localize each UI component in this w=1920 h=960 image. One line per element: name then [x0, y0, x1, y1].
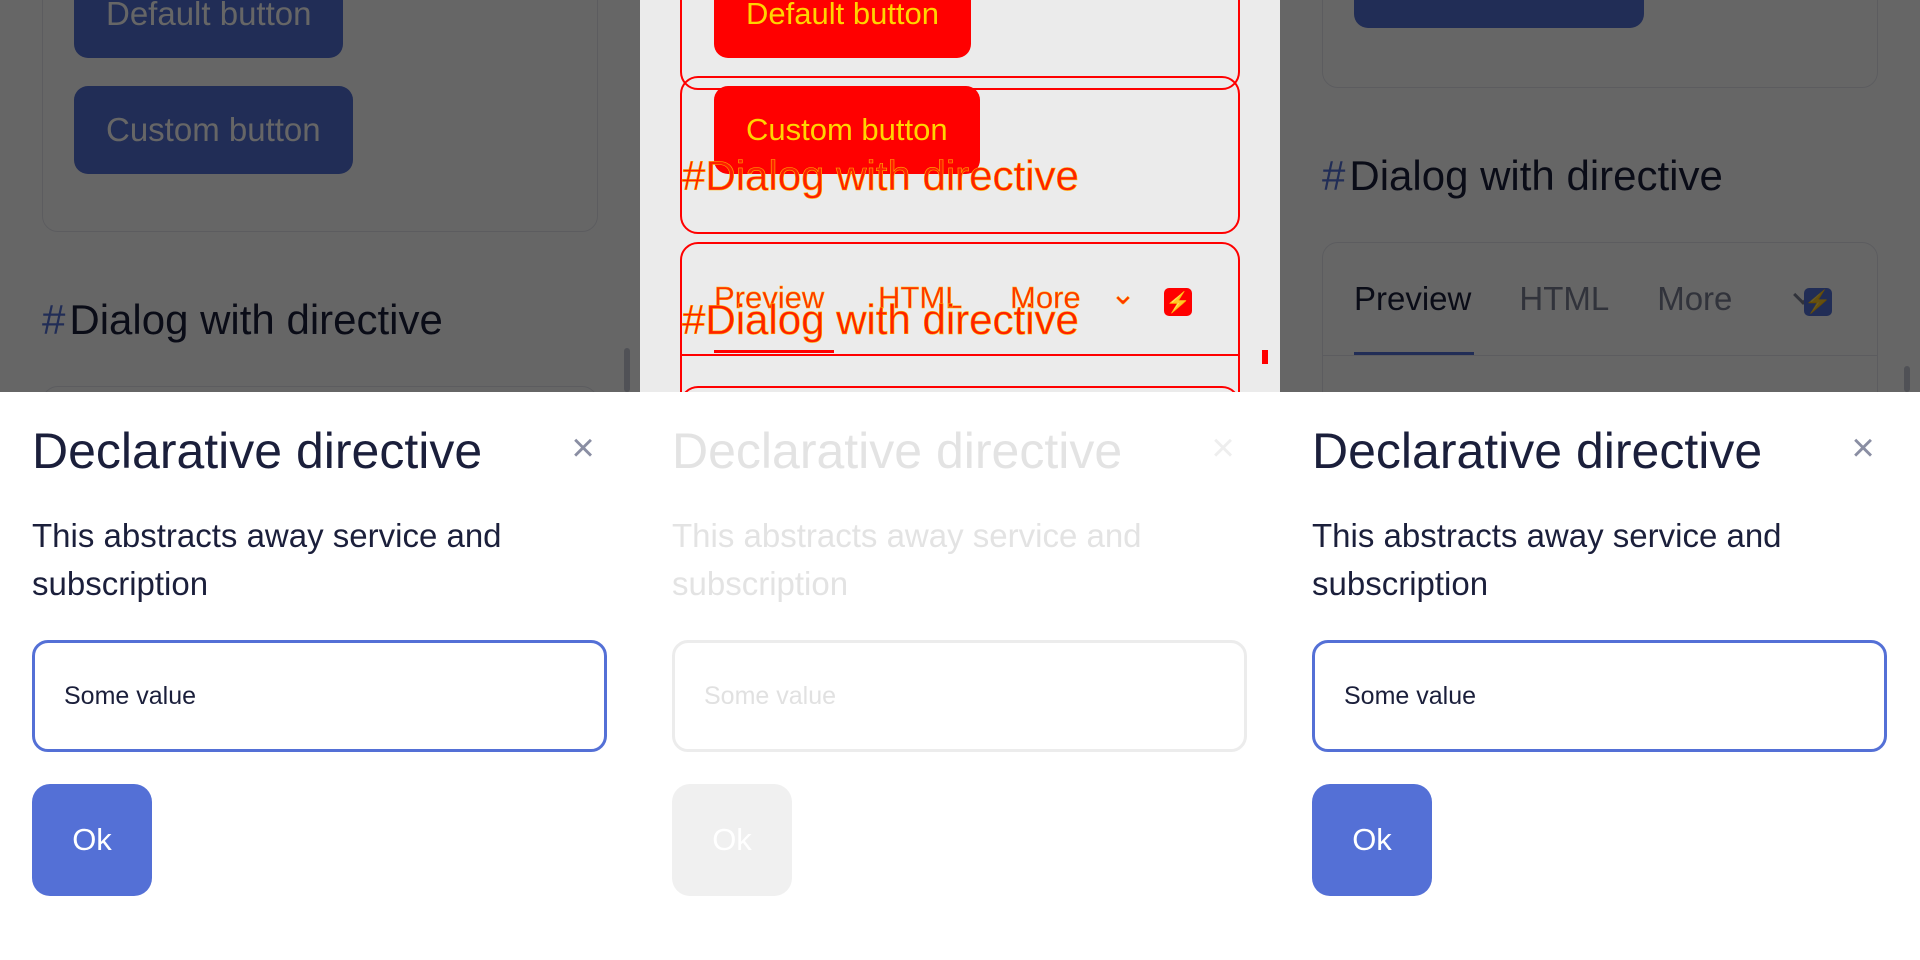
dialog: Declarative directive × This abstracts a…	[1280, 392, 1920, 960]
debug-divider	[680, 354, 1240, 356]
section-heading-duplicate: #Dialog with directive	[682, 296, 1079, 344]
section-heading-text: Dialog with directive	[705, 296, 1079, 344]
panel-middle: Default button Custom button #Dialog wit…	[640, 0, 1280, 960]
dialog-description: This abstracts away service and subscrip…	[1312, 517, 1782, 602]
dialog-title: Declarative directive	[672, 423, 1123, 479]
dialog-text-input[interactable]	[32, 640, 607, 752]
ok-button[interactable]: Ok	[1312, 784, 1432, 896]
close-icon[interactable]: ×	[1845, 428, 1881, 468]
heading-anchor[interactable]: #	[682, 152, 706, 200]
modal-backdrop[interactable]	[1280, 0, 1920, 392]
dialog-description: This abstracts away service and subscrip…	[32, 517, 502, 602]
close-icon[interactable]: ×	[1205, 428, 1241, 468]
custom-button-label: Custom button	[746, 112, 948, 147]
chevron-down-icon[interactable]: ⌄	[1110, 276, 1136, 312]
section-heading: #Dialog with directive	[682, 152, 1079, 200]
dialog-text-input[interactable]	[1312, 640, 1887, 752]
dialog-text-input[interactable]	[672, 640, 1247, 752]
default-button[interactable]: Default button	[714, 0, 972, 58]
heading-anchor[interactable]: #	[682, 296, 706, 344]
ok-button[interactable]: Ok	[672, 784, 792, 896]
debug-scroll-thumb	[1262, 350, 1268, 364]
dialog: Declarative directive × This abstracts a…	[0, 392, 640, 960]
dialog-faded: Declarative directive × This abstracts a…	[640, 392, 1280, 960]
docs-background-debug: Default button Custom button #Dialog wit…	[640, 0, 1280, 392]
dialog-title: Declarative directive	[32, 423, 483, 479]
ok-button[interactable]: Ok	[32, 784, 152, 896]
lightning-icon[interactable]: ⚡	[1164, 288, 1192, 316]
dialog-description: This abstracts away service and subscrip…	[672, 517, 1142, 602]
panel-right: #Dialog with directive Preview HTML More…	[1280, 0, 1920, 960]
debug-tab-underline	[714, 350, 834, 353]
dialog-title: Declarative directive	[1312, 423, 1763, 479]
section-heading-text: Dialog with directive	[705, 152, 1079, 200]
modal-backdrop[interactable]	[0, 0, 640, 392]
default-button-label: Default button	[746, 0, 940, 31]
close-icon[interactable]: ×	[565, 428, 601, 468]
panel-left: Default button Custom button #Dialog wit…	[0, 0, 640, 960]
